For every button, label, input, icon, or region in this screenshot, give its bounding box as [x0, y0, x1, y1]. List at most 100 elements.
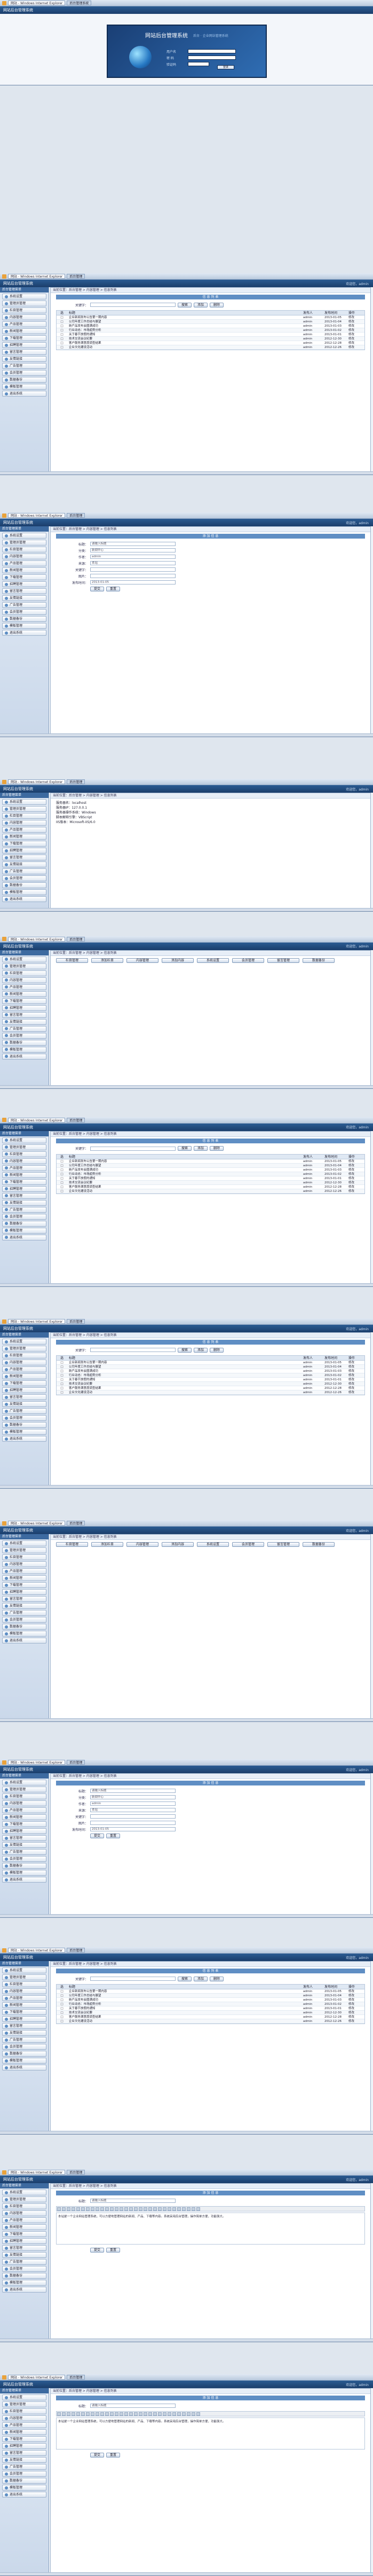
table-row[interactable]: □ 公司年度工作总结与展望 admin 2013-01-04 修改 [57, 1994, 364, 1998]
sidebar-item[interactable]: 友情链接 [2, 356, 46, 362]
sidebar-item[interactable]: 数据备份 [2, 882, 46, 889]
sidebar-item[interactable]: 产品管理 [2, 1807, 46, 1813]
sidebar-item[interactable]: 新闻管理 [2, 328, 46, 334]
editor-tool-icon[interactable] [67, 2207, 70, 2211]
sidebar-item[interactable]: 留言管理 [2, 1835, 46, 1841]
sidebar-item[interactable]: 留言管理 [2, 1192, 46, 1199]
table-row[interactable]: □ 公司年度工作总结与展望 admin 2013-01-04 修改 [57, 320, 364, 324]
sidebar-item[interactable]: 栏目管理 [2, 1353, 46, 1359]
sidebar-item[interactable]: 内容管理 [2, 1800, 46, 1806]
table-cell[interactable]: □ [57, 1989, 67, 1993]
editor-tool-icon[interactable] [196, 2207, 200, 2211]
sidebar-item[interactable]: 模板管理 [2, 2280, 46, 2286]
submit-button[interactable]: 提交 [90, 2452, 105, 2458]
browser-tab[interactable]: 网站 - Windows Internet Explorer [8, 1948, 66, 1953]
editor-tool-icon[interactable] [81, 2207, 85, 2211]
table-cell[interactable]: 修改 [348, 1176, 364, 1180]
table-cell[interactable]: 修改 [348, 2015, 364, 2019]
table-row[interactable]: □ 行业动态：市场趋势分析 admin 2013-01-02 修改 [57, 1373, 364, 1378]
sidebar-item[interactable]: 数据备份 [2, 1624, 46, 1630]
add-button[interactable]: 添加 [194, 1146, 208, 1151]
editor-tool-icon[interactable] [168, 2207, 171, 2211]
form-field[interactable]: 2013-01-05 [90, 1827, 176, 1831]
table-cell[interactable]: 修改 [348, 2011, 364, 2014]
sidebar-item[interactable]: 模板管理 [2, 384, 46, 390]
captcha-input[interactable] [188, 62, 209, 66]
editor-tool-icon[interactable] [110, 2207, 114, 2211]
sidebar-item[interactable]: 会员管理 [2, 2044, 46, 2050]
editor-tool-icon[interactable] [168, 2412, 171, 2416]
sidebar-item[interactable]: 内容管理 [2, 1360, 46, 1366]
form-field[interactable] [90, 567, 176, 572]
sidebar-item[interactable]: 栏目管理 [2, 2408, 46, 2414]
sidebar-item[interactable]: 会员管理 [2, 1617, 46, 1623]
table-row[interactable]: □ 客户服务满意度调查结果 admin 2012-12-28 修改 [57, 1185, 364, 1189]
quick-button[interactable]: 留言管理 [267, 1542, 299, 1547]
editor-tool-icon[interactable] [144, 2412, 147, 2416]
sidebar-item[interactable]: 退出系统 [2, 630, 46, 636]
add-button[interactable]: 添加 [194, 1347, 208, 1353]
table-cell[interactable]: □ [57, 1185, 67, 1189]
quick-button[interactable]: 栏目管理 [56, 958, 88, 963]
table-row[interactable]: □ 企业文化建设活动 admin 2012-12-26 修改 [57, 345, 364, 350]
table-cell[interactable]: □ [57, 1361, 67, 1364]
table-cell[interactable]: □ [57, 1994, 67, 1997]
sidebar-item[interactable]: 下载管理 [2, 841, 46, 847]
table-cell[interactable]: 修改 [348, 1382, 364, 1386]
editor-tool-icon[interactable] [72, 2412, 75, 2416]
sidebar-item[interactable]: 数据备份 [2, 616, 46, 622]
table-cell[interactable]: □ [57, 1390, 67, 1394]
sidebar-item[interactable]: 下载管理 [2, 1821, 46, 1827]
table-cell[interactable]: 修改 [348, 1181, 364, 1184]
table-cell[interactable]: 修改 [348, 2019, 364, 2023]
browser-tab[interactable]: 后台管理 [67, 1760, 85, 1765]
sidebar-item[interactable]: 招聘管理 [2, 1828, 46, 1834]
editor-tool-icon[interactable] [177, 2412, 181, 2416]
password-input[interactable] [188, 56, 236, 60]
editor-tool-icon[interactable] [158, 2412, 162, 2416]
browser-tab[interactable]: 网站 - Windows Internet Explorer [8, 1319, 66, 1324]
editor-tool-icon[interactable] [76, 2207, 80, 2211]
delete-button[interactable]: 删除 [210, 302, 224, 307]
sidebar-item[interactable]: 数据备份 [2, 1422, 46, 1428]
sidebar-item[interactable]: 招聘管理 [2, 1387, 46, 1394]
editor-tool-icon[interactable] [100, 2207, 104, 2211]
sidebar-item[interactable]: 系统设置 [2, 2395, 46, 2400]
editor-tool-icon[interactable] [81, 2412, 85, 2416]
sidebar-item[interactable]: 广告管理 [2, 602, 46, 608]
sidebar-item[interactable]: 会员管理 [2, 2266, 46, 2272]
sidebar-item[interactable]: 栏目管理 [2, 307, 46, 313]
sidebar-item[interactable]: 友情链接 [2, 1401, 46, 1408]
sidebar-item[interactable]: 招聘管理 [2, 581, 46, 587]
quick-button[interactable]: 添加内容 [162, 958, 194, 963]
search-input[interactable] [90, 1977, 176, 1981]
sidebar-item[interactable]: 产品管理 [2, 1165, 46, 1171]
sidebar-item[interactable]: 数据备份 [2, 2273, 46, 2279]
sidebar-item[interactable]: 下载管理 [2, 2009, 46, 2015]
editor-tool-icon[interactable] [57, 2207, 61, 2211]
sidebar-item[interactable]: 内容管理 [2, 2415, 46, 2421]
sidebar-item[interactable]: 模板管理 [2, 889, 46, 896]
sidebar-item[interactable]: 管理员管理 [2, 2196, 46, 2202]
table-cell[interactable]: □ [57, 1998, 67, 2002]
sidebar-item[interactable]: 管理员管理 [2, 540, 46, 546]
sidebar-item[interactable]: 管理员管理 [2, 1547, 46, 1553]
sidebar-item[interactable]: 下载管理 [2, 1380, 46, 1387]
delete-button[interactable]: 删除 [210, 1976, 224, 1981]
editor-tool-icon[interactable] [177, 2207, 181, 2211]
sidebar-item[interactable]: 新闻管理 [2, 991, 46, 997]
sidebar-item[interactable]: 系统设置 [2, 1540, 46, 1546]
table-cell[interactable]: 修改 [348, 2006, 364, 2010]
table-row[interactable]: □ 行业动态：市场趋势分析 admin 2013-01-02 修改 [57, 1172, 364, 1176]
sidebar-item[interactable]: 留言管理 [2, 349, 46, 355]
sidebar-item[interactable]: 产品管理 [2, 827, 46, 833]
editor-tool-icon[interactable] [72, 2207, 75, 2211]
table-row[interactable]: □ 客户服务满意度调查结果 admin 2012-12-28 修改 [57, 341, 364, 345]
search-button[interactable]: 搜索 [178, 1347, 192, 1353]
editor-tool-icon[interactable] [86, 2412, 90, 2416]
editor-tool-icon[interactable] [196, 2412, 200, 2416]
table-row[interactable]: □ 公司年度工作总结与展望 admin 2013-01-04 修改 [57, 1163, 364, 1168]
table-row[interactable]: □ 企业文化建设活动 admin 2012-12-26 修改 [57, 2019, 364, 2024]
table-cell[interactable]: 修改 [348, 2002, 364, 2006]
table-row[interactable]: □ 关于春节放假的通知 admin 2013-01-01 修改 [57, 1176, 364, 1181]
